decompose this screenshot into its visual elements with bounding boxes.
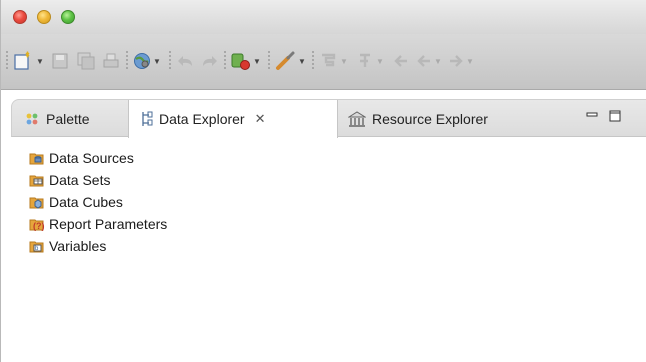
toolbar-button[interactable]: ▼: [355, 48, 384, 74]
back-button[interactable]: [392, 48, 410, 74]
tree-item-label: Data Cubes: [49, 194, 123, 210]
application-window: ▼ ▼ ▼ ▼ ▼ ▼ ▼ ▼ Palette Data Explorer ✕ …: [0, 0, 646, 362]
close-tab-icon[interactable]: ✕: [255, 111, 266, 127]
tab-label: Resource Explorer: [372, 110, 488, 127]
data-sets-icon: [29, 172, 45, 188]
forward-history-button[interactable]: ▼: [447, 48, 474, 74]
data-explorer-icon: [139, 110, 153, 128]
save-icon: [51, 52, 69, 70]
main-toolbar: ▼ ▼ ▼ ▼ ▼ ▼ ▼ ▼: [1, 34, 646, 90]
tab-palette[interactable]: Palette: [24, 100, 90, 137]
tab-data-explorer[interactable]: Data Explorer ✕: [128, 100, 338, 138]
toolbar-icon: [319, 52, 339, 70]
new-button[interactable]: ▼: [13, 48, 44, 74]
title-bar: [1, 0, 646, 34]
zoom-window-button[interactable]: [61, 10, 75, 24]
brush-dropdown-icon: [275, 51, 297, 71]
tree-item-label: Report Parameters: [49, 216, 168, 232]
maximize-icon: [609, 110, 621, 125]
toolbar-separator: [267, 50, 271, 70]
tree-item-data-sources[interactable]: Data Sources: [29, 147, 167, 169]
tree-item-data-cubes[interactable]: Data Cubes: [29, 191, 167, 213]
tree-item-label: Data Sets: [49, 172, 111, 188]
variables-icon: b: [29, 238, 45, 254]
resource-explorer-icon: [348, 110, 366, 127]
save-button[interactable]: [51, 48, 69, 74]
print-icon: [102, 52, 120, 70]
data-cubes-icon: [29, 194, 45, 210]
toolbar-separator: [168, 50, 172, 70]
toolbar-separator: [125, 50, 129, 70]
tab-label: Data Explorer: [159, 111, 245, 127]
data-explorer-view: Palette Data Explorer ✕ Resource Explore…: [11, 99, 646, 362]
undo-icon: [176, 52, 196, 70]
save-all-icon: [77, 52, 95, 70]
undo-button[interactable]: [176, 48, 196, 74]
tree-item-report-parameters[interactable]: (?) Report Parameters: [29, 213, 167, 235]
minimize-window-button[interactable]: [37, 10, 51, 24]
tree-item-label: Data Sources: [49, 150, 134, 166]
toolbar-button[interactable]: ▼: [319, 48, 348, 74]
toolbar-separator: [5, 50, 9, 70]
maximize-view-button[interactable]: [609, 110, 621, 125]
globe-dropdown-icon: [132, 51, 152, 71]
toolbar-separator: [223, 50, 227, 70]
forward-dropdown-icon: [447, 52, 465, 70]
tree-item-data-sets[interactable]: Data Sets: [29, 169, 167, 191]
print-button[interactable]: [102, 48, 120, 74]
minimize-icon: [586, 110, 598, 125]
save-all-button[interactable]: [77, 48, 95, 74]
svg-text:(?): (?): [33, 221, 45, 231]
data-sources-icon: [29, 150, 45, 166]
view-tab-bar: Palette Data Explorer ✕ Resource Explore…: [11, 99, 646, 138]
redo-button[interactable]: [199, 48, 219, 74]
close-window-button[interactable]: [13, 10, 27, 24]
tree-item-variables[interactable]: b Variables: [29, 235, 167, 257]
toolbar-icon: [355, 52, 375, 70]
run-report-button[interactable]: ▼: [230, 48, 261, 74]
run-dropdown-icon: [230, 51, 252, 71]
back-dropdown-icon: [415, 52, 433, 70]
toolbar-separator: [311, 50, 315, 70]
tree-item-label: Variables: [49, 238, 107, 254]
minimize-view-button[interactable]: [586, 110, 598, 125]
tab-resource-explorer[interactable]: Resource Explorer: [348, 100, 488, 137]
report-parameters-icon: (?): [29, 216, 45, 232]
redo-icon: [199, 52, 219, 70]
new-dropdown-icon: [13, 51, 35, 71]
format-painter-button[interactable]: ▼: [275, 48, 306, 74]
data-explorer-tree: Data Sources Data Sets Data Cubes (?) Re…: [29, 147, 167, 257]
back-icon: [392, 52, 410, 70]
back-history-button[interactable]: ▼: [415, 48, 442, 74]
tab-label: Palette: [46, 110, 90, 127]
palette-icon: [24, 111, 40, 127]
web-preview-button[interactable]: ▼: [132, 48, 161, 74]
